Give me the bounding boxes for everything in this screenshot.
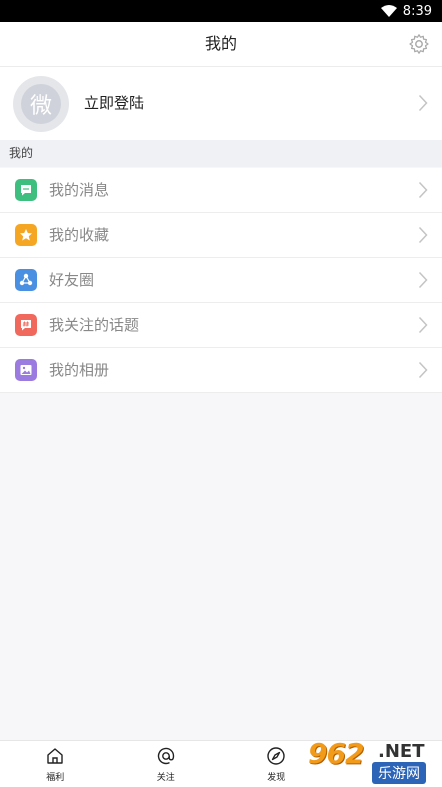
section-header: 我的 [0, 140, 442, 167]
tab-label: 关注 [111, 770, 222, 783]
topic-icon [15, 314, 37, 336]
status-bar: 8:39 [0, 0, 442, 22]
star-icon [15, 224, 37, 246]
nav-bar: 我的 [0, 22, 442, 67]
chevron-right-icon [418, 226, 428, 244]
watermark-number: 962 [308, 737, 363, 770]
menu-list: 我的消息 我的收藏 好友圈 [0, 168, 442, 393]
compass-icon [266, 746, 286, 766]
watermark-logo: 962 .NET 乐游网 [308, 737, 442, 786]
profile-login-row[interactable]: 微 立即登陆 [0, 67, 442, 140]
chevron-right-icon [418, 181, 428, 199]
message-icon [15, 179, 37, 201]
home-icon [45, 746, 65, 766]
chevron-right-icon [418, 94, 428, 112]
watermark-net: .NET [378, 741, 424, 762]
tab-label: 福利 [0, 770, 111, 783]
menu-item-album[interactable]: 我的相册 [0, 348, 442, 393]
chevron-right-icon [418, 271, 428, 289]
menu-label: 我的消息 [49, 168, 109, 212]
at-icon [156, 746, 176, 766]
menu-label: 好友圈 [49, 258, 94, 302]
login-label: 立即登陆 [84, 67, 144, 140]
page-title: 我的 [0, 22, 442, 66]
tab-follow[interactable]: 关注 [111, 741, 222, 787]
chevron-right-icon [418, 361, 428, 379]
menu-label: 我的相册 [49, 348, 109, 392]
avatar-placeholder: 微 [21, 84, 61, 124]
menu-item-friends-circle[interactable]: 好友圈 [0, 258, 442, 303]
wifi-icon [381, 5, 397, 17]
tab-welfare[interactable]: 福利 [0, 741, 111, 787]
avatar[interactable]: 微 [13, 76, 69, 132]
menu-item-messages[interactable]: 我的消息 [0, 168, 442, 213]
status-right: 8:39 [381, 0, 432, 22]
album-icon [15, 359, 37, 381]
friends-circle-icon [15, 269, 37, 291]
menu-label: 我关注的话题 [49, 303, 139, 347]
menu-item-followed-topics[interactable]: 我关注的话题 [0, 303, 442, 348]
chevron-right-icon [418, 316, 428, 334]
menu-label: 我的收藏 [49, 213, 109, 257]
menu-item-favorites[interactable]: 我的收藏 [0, 213, 442, 258]
gear-icon[interactable] [408, 33, 430, 55]
status-time: 8:39 [403, 4, 432, 19]
watermark-cn: 乐游网 [372, 762, 426, 784]
